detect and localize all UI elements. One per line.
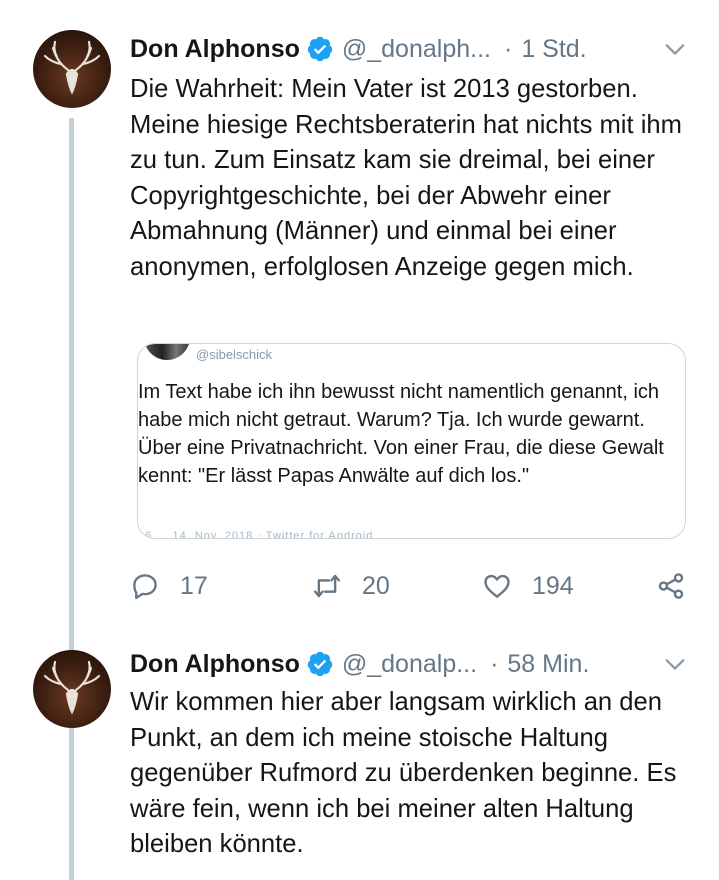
reply-button[interactable]: 17 xyxy=(130,566,208,606)
author-handle[interactable]: @_donalph... xyxy=(342,35,491,64)
tweet-header: Don Alphonso @_donalph... · 1 Std. xyxy=(130,29,587,69)
verified-badge-icon xyxy=(307,36,333,62)
thread-line xyxy=(69,640,74,650)
quote-text: Im Text habe ich ihn bewusst nicht namen… xyxy=(138,381,664,487)
retweet-icon xyxy=(313,574,341,598)
heart-icon xyxy=(484,574,510,598)
quoted-tweet[interactable]: @sibelschick Im Text habe ich ihn bewuss… xyxy=(137,343,686,539)
like-count: 194 xyxy=(532,571,574,600)
tweet-header: Don Alphonso @_donalp... · 58 Min. xyxy=(130,644,589,684)
author-name[interactable]: Don Alphonso xyxy=(130,650,300,679)
avatar[interactable] xyxy=(33,650,111,728)
quote-avatar xyxy=(144,344,190,360)
share-button[interactable] xyxy=(656,566,686,606)
thread-line xyxy=(69,118,74,640)
avatar[interactable] xyxy=(33,30,111,108)
timestamp[interactable]: 1 Std. xyxy=(521,35,586,64)
share-icon xyxy=(658,573,684,599)
verified-badge-icon xyxy=(307,651,333,677)
tweet[interactable]: Don Alphonso @_donalph... · 1 Std. Die W… xyxy=(0,0,719,640)
tweet[interactable]: Don Alphonso @_donalp... · 58 Min. Wir k… xyxy=(0,640,719,880)
thread-line xyxy=(69,728,74,880)
tweet-actions: 17 20 194 xyxy=(130,566,690,606)
author-handle[interactable]: @_donalp... xyxy=(342,650,477,679)
tweet-text: Wir kommen hier aber langsam wirklich an… xyxy=(130,688,677,858)
timestamp[interactable]: 58 Min. xyxy=(507,650,589,679)
retweet-button[interactable]: 20 xyxy=(312,566,390,606)
tweet-text: Die Wahrheit: Mein Vater ist 2013 gestor… xyxy=(130,75,682,281)
author-name[interactable]: Don Alphonso xyxy=(130,35,300,64)
chevron-down-icon[interactable] xyxy=(664,38,686,60)
chevron-down-icon[interactable] xyxy=(664,653,686,675)
like-button[interactable]: 194 xyxy=(482,566,574,606)
retweet-count: 20 xyxy=(362,571,390,600)
quote-footer: 16 ... 14. Nov. 2018 · Twitter for Andro… xyxy=(138,530,374,539)
separator: · xyxy=(503,34,513,63)
quote-handle: @sibelschick xyxy=(196,347,273,362)
reply-icon xyxy=(133,574,157,600)
reply-count: 17 xyxy=(180,571,208,600)
separator: · xyxy=(490,649,499,678)
